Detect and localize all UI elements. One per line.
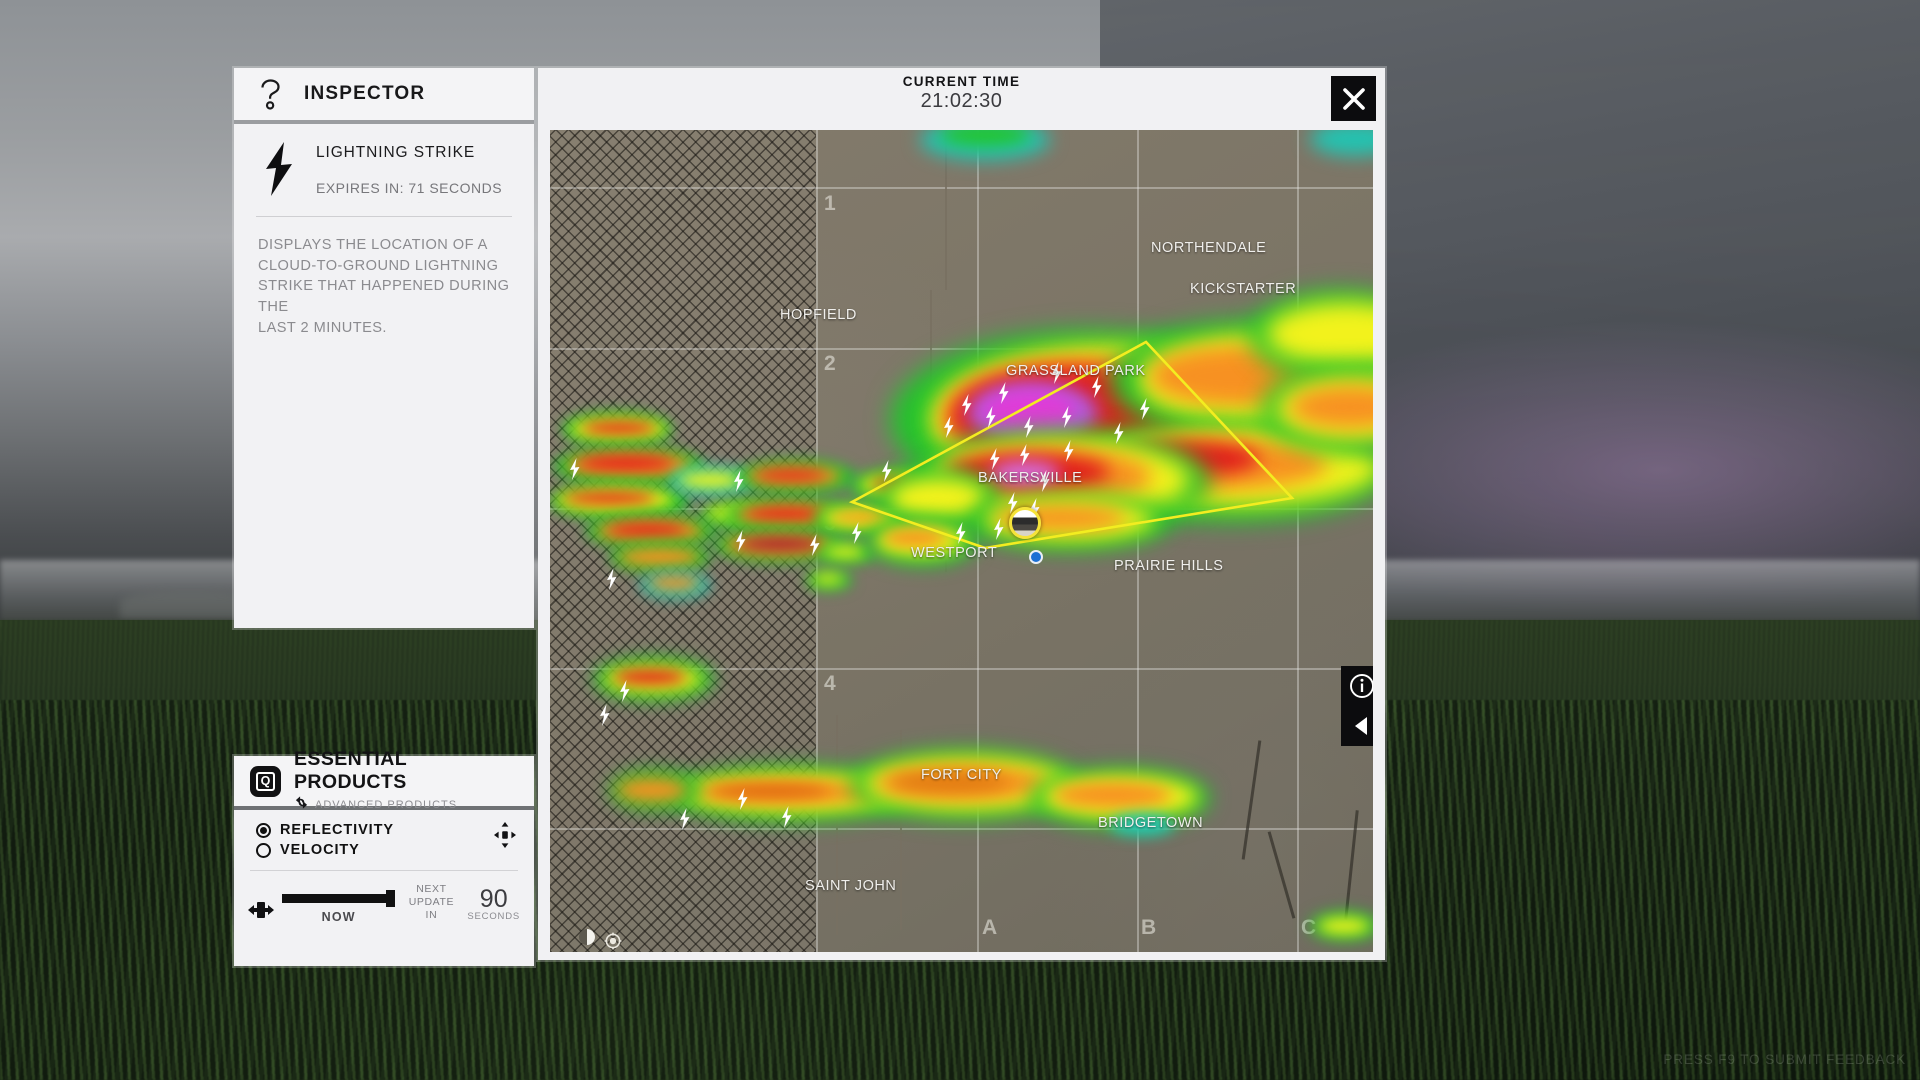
product-option-velocity[interactable]: VELOCITY (234, 840, 534, 860)
left-right-arrow-icon[interactable] (248, 898, 274, 922)
item-description: DISPLAYS THE LOCATION OF A CLOUD-TO-GROU… (234, 217, 534, 339)
triangle-left-icon[interactable] (1341, 706, 1373, 746)
close-icon[interactable] (1331, 76, 1376, 121)
page-title: INSPECTOR (304, 83, 425, 105)
item-name: LIGHTNING STRIKE (316, 144, 502, 162)
lightning-strike-marker (1090, 376, 1103, 398)
timeline-handle[interactable] (386, 890, 395, 907)
grid-line-horizontal (550, 828, 1373, 830)
next-update-label: NEXT UPDATE IN (403, 883, 459, 922)
lightning-strike-marker (984, 406, 997, 428)
radar-site-icon[interactable] (604, 932, 622, 952)
item-expiry: EXPIRES IN: 71 SECONDS (316, 180, 502, 196)
city-label: HOPFIELD (780, 307, 857, 323)
city-label: FORT CITY (921, 767, 1002, 783)
inspector-body: LIGHTNING STRIKE EXPIRES IN: 71 SECONDS … (234, 124, 534, 339)
storm-position-dot[interactable] (1029, 550, 1043, 564)
countdown-value: 90 (467, 888, 520, 912)
lightning-strike-marker (880, 460, 893, 482)
next-update-countdown: 90 SECONDS (467, 888, 520, 923)
lightning-strike-marker (1022, 416, 1035, 438)
radar-header: CURRENT TIME 21:02:30 (538, 68, 1385, 124)
road (836, 715, 838, 935)
lightning-strike-marker (1018, 444, 1031, 466)
swap-arrows-icon (294, 795, 309, 815)
lightning-strike-marker (1112, 422, 1125, 444)
city-label: NORTHENDALE (1151, 240, 1266, 256)
city-label: WESTPORT (911, 545, 997, 561)
lightning-strike-marker (734, 530, 747, 552)
keycap-letter: Q (256, 772, 275, 791)
products-body: REFLECTIVITY VELOCITY (234, 810, 534, 924)
lightning-strike-marker (960, 394, 973, 416)
city-label: BRIDGETOWN (1098, 815, 1203, 831)
dpad-icon[interactable] (494, 822, 516, 848)
current-time-value: 21:02:30 (538, 90, 1385, 113)
lightning-strike-marker (988, 448, 1001, 470)
next-update-line3: IN (403, 909, 459, 922)
lightning-strike-marker (605, 568, 618, 590)
city-label: GRASSLAND PARK (1006, 363, 1146, 379)
next-update-line2: UPDATE (403, 896, 459, 909)
grid-label-col: A (982, 916, 998, 940)
countdown-unit: SECONDS (467, 911, 520, 922)
moon-phase-icon[interactable] (578, 928, 596, 951)
city-label: BAKERSVILLE (978, 470, 1082, 486)
lightning-strike-marker (997, 382, 1010, 404)
product-option-reflectivity[interactable]: REFLECTIVITY (234, 820, 534, 840)
info-icon[interactable] (1341, 666, 1373, 706)
products-header[interactable]: Q ESSENTIAL PRODUCTS ADVANCED PRODUCTS (234, 756, 534, 810)
inspector-panel: INSPECTOR LIGHTNING STRIKE EXPIRES IN: 7… (234, 68, 534, 628)
lightning-strike-marker (850, 522, 863, 544)
option-label: VELOCITY (280, 842, 360, 858)
lightning-strike-marker (736, 788, 749, 810)
timeline-now-label: NOW (322, 910, 356, 924)
lightning-strike-marker (732, 470, 745, 492)
essential-products-panel: Q ESSENTIAL PRODUCTS ADVANCED PRODUCTS R… (234, 756, 534, 966)
lightning-strike-marker (1060, 406, 1073, 428)
radio-indicator (256, 823, 271, 838)
lightning-strike-marker (1138, 398, 1151, 420)
lightning-strike-marker (808, 534, 821, 556)
inspector-item: LIGHTNING STRIKE EXPIRES IN: 71 SECONDS (234, 124, 534, 212)
keycap-q-icon: Q (250, 766, 281, 797)
city-label: KICKSTARTER (1190, 281, 1296, 297)
lightning-strike-marker (954, 522, 967, 544)
lightning-strike-marker (942, 416, 955, 438)
lightning-bolt-icon (258, 140, 300, 198)
timeline-row: NOW NEXT UPDATE IN 90 SECONDS (234, 871, 534, 924)
next-update-line1: NEXT (403, 883, 459, 896)
grid-label-col: B (1141, 916, 1157, 940)
grid-line-horizontal (550, 187, 1373, 189)
lightning-strike-marker (780, 806, 793, 828)
question-mark-icon (256, 77, 286, 111)
grid-label-row: 1 (824, 192, 836, 216)
grid-label-row: 2 (824, 352, 836, 376)
map-side-buttons (1341, 666, 1373, 746)
storm-tracker-icon[interactable] (1009, 507, 1041, 539)
lightning-strike-marker (568, 458, 581, 480)
lightning-strike-marker (678, 808, 691, 830)
grid-label-row: 4 (824, 672, 836, 696)
radio-indicator (256, 843, 271, 858)
lightning-strike-marker (598, 704, 611, 726)
lightning-strike-marker (618, 680, 631, 702)
products-title: ESSENTIAL PRODUCTS (294, 748, 518, 794)
city-label: PRAIRIE HILLS (1114, 558, 1224, 574)
lightning-strike-marker (1062, 440, 1075, 462)
city-label: SAINT JOHN (805, 878, 896, 894)
feedback-hint: PRESS F9 TO SUBMIT FEEDBACK (1663, 1052, 1906, 1067)
option-label: REFLECTIVITY (280, 822, 394, 838)
radar-map[interactable]: 1 2 3 4 A B C (550, 130, 1373, 952)
inspector-header: INSPECTOR (234, 68, 534, 124)
products-subtitle[interactable]: ADVANCED PRODUCTS (315, 799, 457, 811)
lightning-strike-marker (992, 518, 1005, 540)
timeline-slider[interactable] (282, 894, 395, 903)
current-time-label: CURRENT TIME (538, 74, 1385, 89)
